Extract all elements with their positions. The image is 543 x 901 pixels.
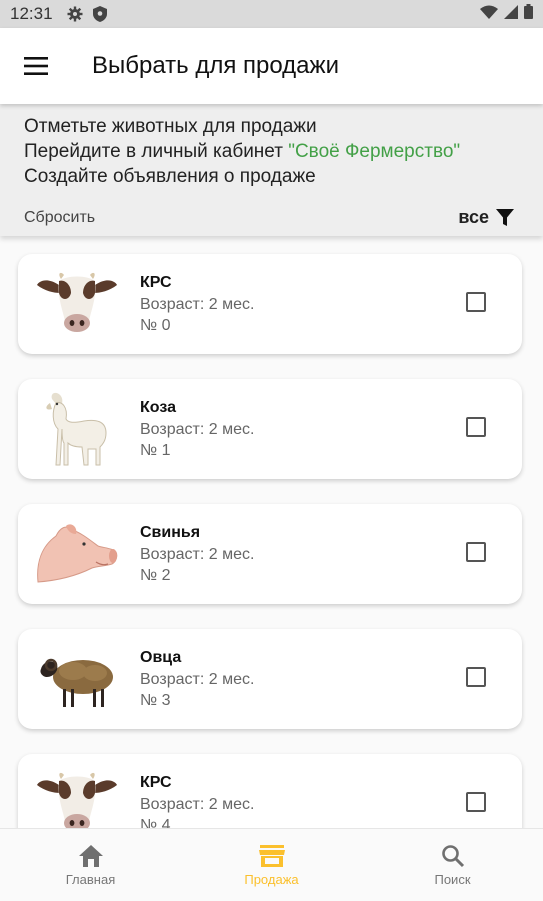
- menu-button[interactable]: [18, 48, 54, 84]
- store-icon: [258, 844, 285, 867]
- reset-button[interactable]: Сбросить: [24, 209, 95, 227]
- shield-icon: [92, 6, 107, 22]
- page-title: Выбрать для продажи: [92, 52, 339, 79]
- select-checkbox[interactable]: [466, 792, 486, 812]
- animal-card[interactable]: КРС Возраст: 2 мес. № 0: [18, 254, 522, 354]
- animal-card[interactable]: Овца Возраст: 2 мес. № 3: [18, 629, 522, 729]
- animal-number: № 2: [140, 567, 171, 584]
- animal-name: Овца: [140, 649, 182, 666]
- animal-name: КРС: [140, 274, 172, 291]
- filter-icon: [496, 208, 514, 226]
- home-icon: [78, 844, 103, 867]
- select-checkbox[interactable]: [466, 292, 486, 312]
- select-checkbox[interactable]: [466, 417, 486, 437]
- animal-number: № 1: [140, 442, 171, 459]
- animal-name: КРС: [140, 774, 172, 791]
- filter-label: все: [458, 207, 489, 227]
- animal-age: Возраст: 2 мес.: [140, 421, 255, 438]
- animal-name: Коза: [140, 399, 176, 416]
- info-line-1: Отметьте животных для продажи: [24, 116, 317, 137]
- brand-link[interactable]: "Своё Фермерство": [288, 141, 460, 162]
- cow-icon: [36, 763, 118, 828]
- nav-label-sale: Продажа: [244, 871, 299, 887]
- animal-age: Возраст: 2 мес.: [140, 546, 255, 563]
- nav-label-search: Поиск: [434, 871, 471, 887]
- goat-icon: [36, 388, 118, 470]
- animal-age: Возраст: 2 мес.: [140, 296, 255, 313]
- settings-icon: [67, 6, 83, 22]
- pig-icon: [36, 513, 118, 595]
- battery-icon: [524, 4, 533, 24]
- info-line-3: Создайте объявления о продаже: [24, 166, 316, 187]
- nav-item-home[interactable]: Главная: [0, 829, 181, 901]
- cow-icon: [36, 263, 118, 345]
- wifi-icon: [480, 4, 498, 24]
- animal-card[interactable]: Коза Возраст: 2 мес. № 1: [18, 379, 522, 479]
- select-checkbox[interactable]: [466, 542, 486, 562]
- animal-card[interactable]: КРС Возраст: 2 мес. № 4: [18, 754, 522, 828]
- select-checkbox[interactable]: [466, 667, 486, 687]
- nav-item-sale[interactable]: Продажа: [181, 829, 362, 901]
- status-bar: 12:31: [0, 0, 543, 28]
- info-panel: Отметьте животных для продажи Перейдите …: [0, 104, 543, 236]
- signal-icon: [504, 4, 518, 24]
- sheep-icon: [36, 638, 118, 720]
- bottom-nav: Главная Продажа Поиск: [0, 828, 543, 901]
- info-line-2: Перейдите в личный кабинет "Своё Фермерс…: [24, 139, 519, 164]
- animal-number: № 4: [140, 817, 171, 828]
- animal-card[interactable]: Свинья Возраст: 2 мес. № 2: [18, 504, 522, 604]
- filter-button[interactable]: все: [458, 207, 515, 228]
- animal-number: № 0: [140, 317, 171, 334]
- animal-name: Свинья: [140, 524, 201, 541]
- animal-age: Возраст: 2 мес.: [140, 796, 255, 813]
- animal-number: № 3: [140, 692, 171, 709]
- animal-list: КРС Возраст: 2 мес. № 0 Коза Возраст: 2 …: [0, 236, 543, 828]
- info-line-2-text: Перейдите в личный кабинет: [24, 141, 289, 162]
- hamburger-icon: [24, 57, 48, 75]
- nav-item-search[interactable]: Поиск: [362, 829, 543, 901]
- app-bar: Выбрать для продажи: [0, 28, 543, 104]
- search-icon: [441, 844, 464, 867]
- animal-age: Возраст: 2 мес.: [140, 671, 255, 688]
- status-time: 12:31: [10, 4, 53, 23]
- nav-label-home: Главная: [65, 871, 116, 887]
